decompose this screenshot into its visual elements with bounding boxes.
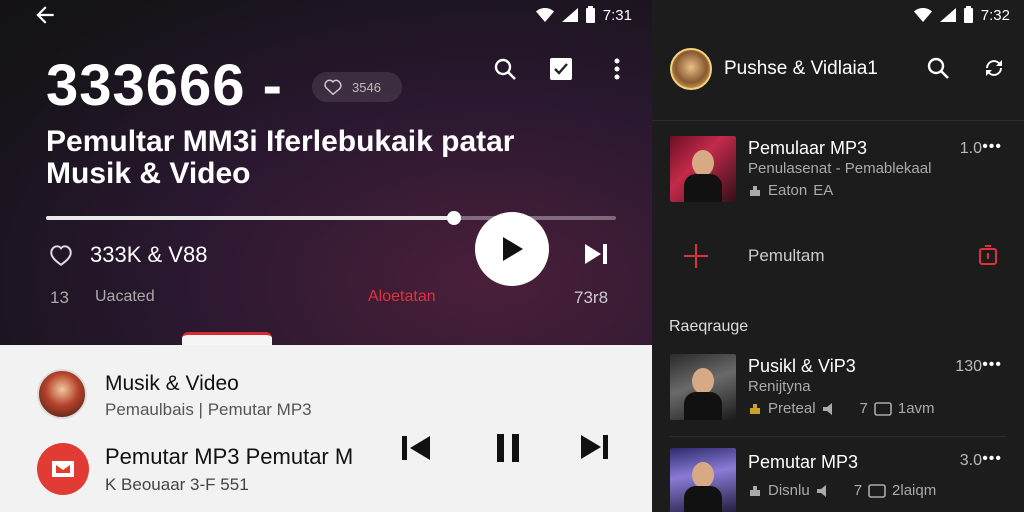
signal-icon (939, 8, 956, 22)
play-button[interactable] (475, 212, 549, 286)
video-icon (874, 401, 892, 416)
mini-row2-title[interactable]: Pemutar MP3 Pemutar M (105, 444, 390, 470)
previous-button[interactable] (400, 431, 434, 465)
play-icon (503, 237, 523, 261)
like-count-pill[interactable]: 3546 (312, 72, 402, 102)
download-icon (750, 485, 760, 496)
volume-icon (816, 484, 826, 497)
album-art (670, 448, 736, 512)
signal-icon (561, 8, 578, 22)
header-divider (652, 120, 1024, 121)
top-toolbar (492, 56, 630, 82)
item-meta: Disnlu 7 2laiqm (748, 482, 936, 499)
track-duration: 73r8 (574, 288, 609, 307)
item-meta: Eaton EA (748, 182, 833, 199)
item-subtitle: Renijtyna (748, 378, 811, 395)
likes-text: 333K & V88 (90, 242, 208, 267)
track-status[interactable]: Aloetatan (368, 288, 436, 306)
video-icon (868, 483, 886, 498)
back-arrow-icon[interactable] (32, 2, 58, 28)
skip-next-icon (581, 435, 608, 459)
item-meta: Preteal 7 1avm (748, 400, 935, 417)
more-menu-button[interactable] (604, 56, 630, 82)
playlist-item[interactable]: Pemulaar MP3 Penulasenat - Pemablekaal E… (652, 136, 1024, 216)
artist-avatar (37, 369, 87, 419)
search-icon[interactable] (926, 56, 950, 80)
item-meta-count: 7 (859, 400, 868, 417)
playlist-item[interactable]: Pemutar MP3 Disnlu 7 2laiqm 3.0 ••• (652, 448, 1024, 512)
add-label: Pemultam (748, 246, 825, 265)
item-title: Pemutar MP3 (748, 452, 859, 472)
more-icon[interactable]: ••• (982, 356, 1002, 374)
pause-icon (497, 434, 519, 462)
status-time: 7:31 (602, 6, 632, 24)
playlist-header: Pushse & Vidlaia1 (652, 40, 1024, 98)
app-logo-icon (52, 461, 74, 477)
album-art (670, 354, 736, 420)
app-logo (37, 443, 89, 495)
play-count: 333666 - (46, 53, 283, 118)
status-bar: 7:31 (535, 4, 632, 26)
playlist-item[interactable]: Pusikl & ViP3 Renijtyna Preteal 7 1avm 1… (652, 354, 1024, 434)
skip-next-icon[interactable] (582, 240, 610, 268)
battery-icon (963, 5, 973, 23)
item-duration: 1.0 (959, 140, 982, 157)
mini-row1-subtitle: Pemaulbais | Pemutar MP3 (105, 400, 312, 419)
item-title: Pemulaar MP3 (748, 138, 868, 158)
likes-row: 333K & V88 (48, 242, 207, 268)
item-meta-text: Preteal (768, 400, 816, 417)
more-icon[interactable]: ••• (982, 450, 1002, 468)
sync-icon[interactable] (982, 56, 1006, 80)
item-meta-text: Disnlu (768, 482, 810, 499)
seek-bar-fill (46, 216, 455, 220)
item-divider (670, 436, 1006, 437)
track-number: 13 (50, 288, 69, 307)
checkbox-icon (550, 58, 572, 80)
download-icon (750, 403, 760, 414)
item-meta-extra: 1avm (897, 400, 935, 417)
item-meta-count: 7 (853, 482, 863, 499)
heart-outline-icon (324, 79, 342, 95)
like-count: 3546 (352, 79, 381, 95)
pause-button[interactable] (495, 431, 521, 465)
item-meta-tag: EA (813, 182, 834, 199)
item-title: Pusikl & ViP3 (748, 356, 856, 376)
mini-player-handle[interactable] (182, 332, 272, 346)
battery-icon (585, 5, 595, 23)
select-button[interactable] (548, 56, 574, 82)
playlist-panel: 7:32 Pushse & Vidlaia1 Pemulaar MP3 Penu… (652, 0, 1024, 512)
status-time: 7:32 (980, 6, 1010, 24)
heart-icon[interactable] (48, 242, 74, 268)
next-button[interactable] (578, 431, 610, 463)
plus-icon (684, 244, 708, 268)
download-icon (750, 185, 760, 196)
item-meta-text: Eaton (768, 182, 808, 199)
delete-icon[interactable] (978, 244, 998, 266)
wifi-icon (913, 8, 932, 22)
item-duration: 130 (955, 358, 982, 375)
mini-row2-subtitle: K Beouaar 3-F 551 (105, 475, 249, 494)
item-meta-extra: 2laiqm (892, 482, 937, 499)
section-heading: Raeqrauge (669, 318, 749, 335)
song-title: Pemultar MM3i Iferlebukaik patar Musik &… (46, 125, 515, 191)
search-icon (494, 58, 516, 80)
mini-player: Musik & Video Pemaulbais | Pemutar MP3 P… (0, 345, 652, 512)
more-vertical-icon (614, 58, 620, 80)
playlist-title: Pushse & Vidlaia1 (724, 58, 878, 79)
user-avatar[interactable] (670, 48, 712, 90)
wifi-icon (535, 8, 554, 22)
seek-bar-thumb[interactable] (447, 211, 462, 225)
skip-previous-icon (402, 436, 430, 460)
add-to-playlist-row[interactable]: Pemultam (652, 236, 1024, 276)
search-button[interactable] (492, 56, 518, 82)
item-duration: 3.0 (959, 452, 982, 469)
item-subtitle: Penulasenat - Pemablekaal (748, 160, 932, 177)
more-icon[interactable]: ••• (982, 138, 1002, 156)
status-bar: 7:32 (913, 4, 1010, 26)
now-playing-panel: 7:31 333666 - 3546 Pemultar MM3i Iferleb… (0, 0, 652, 512)
album-art (670, 136, 736, 202)
volume-icon (822, 402, 832, 415)
track-label: Uacated (95, 288, 155, 305)
mini-row1-title[interactable]: Musik & Video (105, 372, 239, 396)
